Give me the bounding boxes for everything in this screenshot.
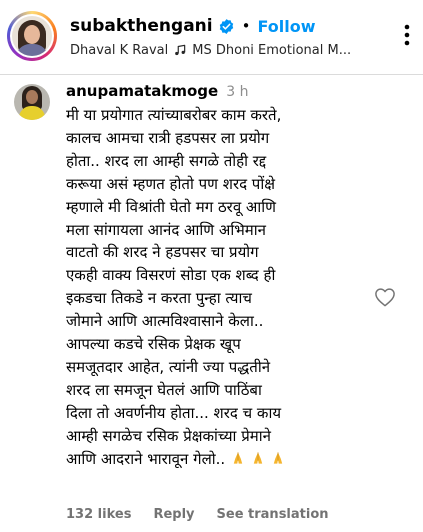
audio-artist[interactable]: Dhaval K Raval — [70, 43, 168, 58]
comment-line: करूया असं म्हणत होतो पण शरद पोंक्षे — [66, 174, 275, 193]
folded-hands-icon — [233, 451, 243, 464]
audio-row[interactable]: Dhaval K Raval MS Dhoni Emotional M... — [70, 40, 351, 60]
comment-last-line-row: आणि आदराने भारावून गेलो.. — [66, 448, 366, 471]
verified-badge-icon — [219, 18, 233, 34]
commenter-username[interactable]: anupamatakmoge — [66, 82, 218, 100]
commenter-avatar-face — [26, 90, 38, 104]
comment-line: आपल्या कडचे रसिक प्रेक्षक खूप — [66, 335, 241, 354]
vertical-dots-icon — [404, 24, 410, 46]
story-ring[interactable] — [7, 11, 57, 61]
comment-line: समजूतदार आहेत, त्यांनी ज्या पद्धतीने — [66, 357, 271, 376]
post-username[interactable]: subakthengani — [70, 16, 213, 36]
comment-line: होता.. शरद ला आम्ही सगळे तोही रद्द — [66, 151, 267, 170]
comment-line: शरद ला समजून घेतलं आणि पाठिंबा — [66, 380, 262, 399]
likes-count[interactable]: 132 likes — [66, 507, 131, 522]
username-row: subakthengani • Follow — [70, 14, 315, 38]
music-note-icon — [175, 44, 186, 56]
comment-line: मी या प्रयोगात त्यांच्याबरोबर काम करते, — [66, 106, 282, 124]
avatar-border — [10, 14, 54, 58]
avatar[interactable] — [12, 16, 52, 56]
comment-line: इकडचा तिकडे न करता पुन्हा त्याच — [66, 289, 252, 308]
comment-line: कालच आमचा रात्री हडपसर ला प्रयोग — [66, 128, 270, 147]
comment-line: मला सांगायला आनंद आणि अभिमान — [66, 220, 266, 239]
post-header: subakthengani • Follow Dhaval K Raval MS… — [0, 0, 423, 74]
comment-line: एकही वाक्य विसरणं सोडा एक शब्द ही — [66, 266, 276, 285]
audio-title[interactable]: MS Dhoni Emotional M... — [192, 43, 351, 58]
comment-header: anupamatakmoge 3 h — [66, 82, 248, 100]
comment-line: आम्ही सगळेच रसिक प्रेक्षकांच्या प्रेमाने — [66, 426, 271, 445]
folded-hands-icon — [253, 451, 263, 464]
reply-button[interactable]: Reply — [153, 507, 194, 522]
comment-line: जोमाने आणि आत्मविश्वासाने केला.. — [66, 312, 264, 331]
comment-line: आणि आदराने भारावून गेलो.. — [66, 449, 226, 468]
comment-text: मी या प्रयोगात त्यांच्याबरोबर काम करते, … — [66, 104, 366, 471]
folded-hands-icon — [273, 451, 283, 464]
avatar-face — [24, 25, 40, 44]
comment-line: म्हणाले मी विश्रांती घेतो मग ठरवू आणि — [66, 197, 276, 216]
comment-line: दिला तो अवर्णनीय होता... शरद च काय — [66, 403, 282, 422]
see-translation-button[interactable]: See translation — [217, 507, 329, 522]
follow-button[interactable]: Follow — [257, 17, 315, 36]
header-divider — [0, 74, 423, 75]
comment-actions: 132 likes Reply See translation — [66, 507, 329, 522]
separator-dot: • — [241, 17, 251, 35]
like-heart-icon[interactable] — [374, 287, 396, 307]
comment-timestamp: 3 h — [226, 84, 249, 100]
comment-line: वाटतो की शरद ने हडपसर चा प्रयोग — [66, 243, 259, 262]
more-options-icon[interactable] — [396, 22, 418, 48]
commenter-avatar[interactable] — [14, 84, 50, 120]
